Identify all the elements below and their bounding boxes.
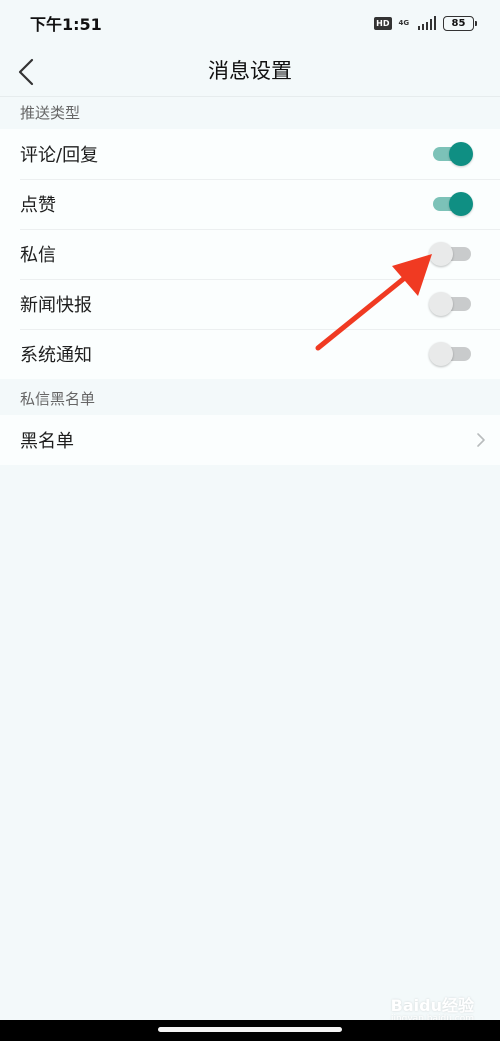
- section-header-push-types: 推送类型: [20, 104, 81, 122]
- home-indicator[interactable]: [158, 1027, 342, 1032]
- network-type: 4G: [398, 18, 410, 27]
- setting-label: 点赞: [20, 195, 56, 216]
- status-time: 下午1:51: [30, 15, 102, 34]
- page-title: 消息设置: [208, 59, 292, 83]
- toggle-thumb: [449, 142, 473, 166]
- chevron-right-icon: [477, 433, 485, 447]
- toggle-comments[interactable]: [429, 142, 473, 166]
- back-button[interactable]: [8, 52, 44, 92]
- status-bar: 下午1:51 HD 4G 85: [0, 0, 500, 46]
- nav-bar: 消息设置: [0, 46, 500, 97]
- setting-label: 黑名单: [20, 431, 74, 452]
- setting-label: 系统通知: [20, 345, 92, 366]
- section-header-blacklist: 私信黑名单: [20, 390, 96, 408]
- battery-icon: 85: [443, 15, 477, 31]
- gesture-bar: [0, 1020, 500, 1041]
- blacklist-row[interactable]: 黑名单: [0, 415, 500, 465]
- setting-label: 私信: [20, 245, 56, 266]
- chevron-left-icon: [18, 58, 34, 86]
- setting-label: 评论/回复: [20, 145, 99, 166]
- toggle-likes[interactable]: [429, 192, 473, 216]
- toggle-thumb: [449, 192, 473, 216]
- setting-label: 新闻快报: [20, 295, 92, 316]
- annotation-arrow-icon: [315, 254, 432, 351]
- blacklist-list: 黑名单: [0, 415, 500, 465]
- hd-icon: HD: [374, 16, 392, 30]
- setting-row-likes: 点赞: [0, 179, 500, 229]
- status-icons: HD 4G 85: [374, 15, 477, 31]
- signal-icon: [417, 16, 436, 30]
- watermark-brand: Baidu经验: [390, 996, 474, 1015]
- setting-row-comments: 评论/回复: [0, 129, 500, 179]
